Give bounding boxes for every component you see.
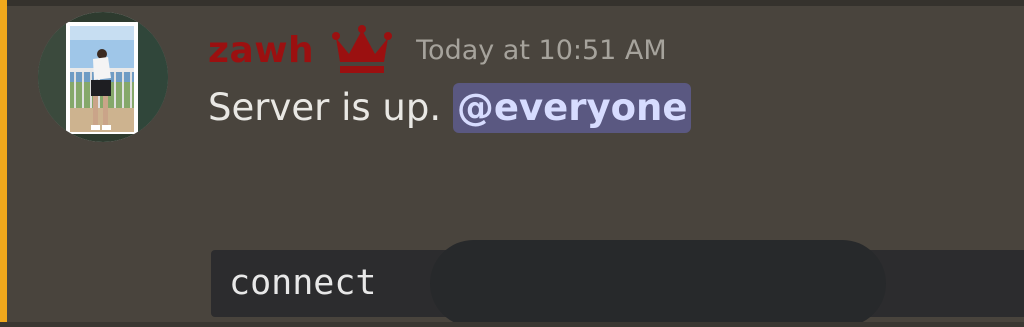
- message-timestamp[interactable]: Today at 10:51 AM: [416, 35, 667, 66]
- crown-icon: [332, 25, 393, 73]
- bottom-divider: [0, 322, 1024, 327]
- message-content: Server is up. @everyone: [208, 82, 692, 134]
- avatar-photo-icon: [38, 12, 168, 142]
- redaction-overlay: [430, 240, 886, 327]
- chat-message: zawh Today at 10:51 AM Server is up. @ev…: [0, 0, 1024, 327]
- everyone-mention[interactable]: @everyone: [452, 83, 692, 133]
- message-text: Server is up.: [208, 86, 442, 129]
- author-name[interactable]: zawh: [208, 30, 314, 71]
- message-header: zawh Today at 10:51 AM: [208, 22, 667, 78]
- code-text: connect: [229, 263, 377, 303]
- author-avatar[interactable]: [38, 12, 168, 142]
